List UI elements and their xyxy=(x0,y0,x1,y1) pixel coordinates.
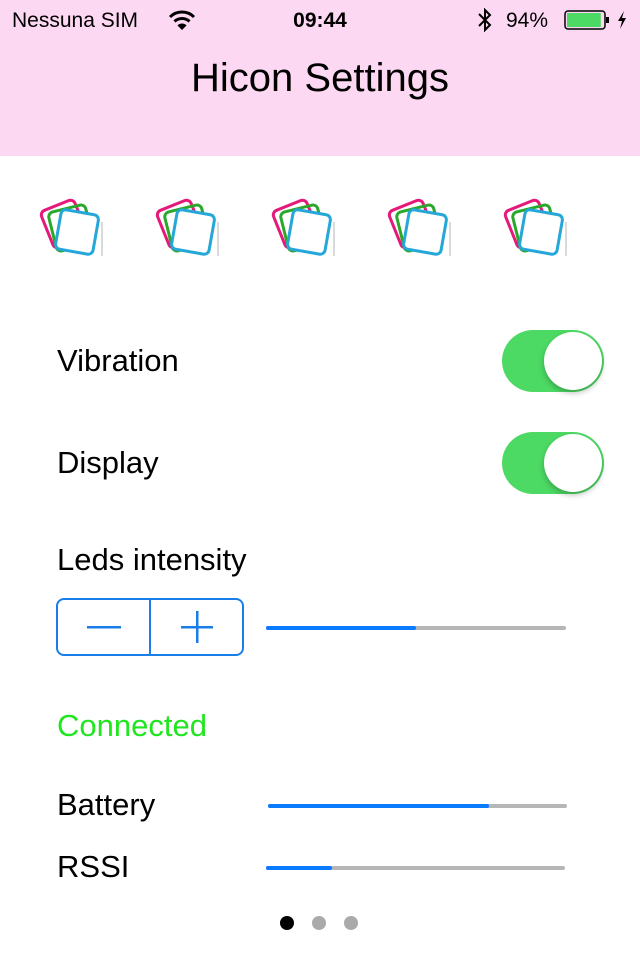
page-dot[interactable] xyxy=(344,916,358,930)
bolt-icon xyxy=(618,11,626,29)
increment-button[interactable] xyxy=(149,600,242,654)
leds-intensity-slider[interactable] xyxy=(266,626,566,630)
leds-stepper[interactable] xyxy=(56,598,244,656)
page-dot[interactable] xyxy=(280,916,294,930)
minus-icon xyxy=(86,626,121,629)
battery-level-bar xyxy=(268,804,567,808)
vibration-toggle[interactable] xyxy=(502,330,604,392)
page-title: Hicon Settings xyxy=(191,56,449,100)
vibration-label: Vibration xyxy=(57,343,179,378)
leds-intensity-label: Leds intensity xyxy=(57,542,247,577)
rssi-label: RSSI xyxy=(57,849,130,884)
hicon-logo-icon[interactable] xyxy=(268,194,338,262)
battery-percent: 94% xyxy=(506,9,549,32)
plus-icon xyxy=(180,611,213,643)
bar-fill xyxy=(266,866,332,870)
display-toggle[interactable] xyxy=(502,432,604,494)
page-control[interactable] xyxy=(280,916,360,930)
toggle-knob xyxy=(544,434,602,492)
rssi-level-bar xyxy=(266,866,565,870)
connection-status: Connected xyxy=(57,708,207,743)
battery-icon xyxy=(564,10,609,30)
bar-fill xyxy=(268,804,490,808)
icons-row xyxy=(0,194,640,264)
decrement-button[interactable] xyxy=(58,600,149,654)
slider-fill xyxy=(266,626,416,630)
toggle-knob xyxy=(544,332,602,390)
battery-label: Battery xyxy=(57,787,156,822)
hicon-logo-icon[interactable] xyxy=(152,194,222,262)
page-dot[interactable] xyxy=(312,916,326,930)
bluetooth-icon xyxy=(478,8,492,32)
status-bar: Nessuna SIM 09:44 94% xyxy=(0,0,640,40)
header: Nessuna SIM 09:44 94% Hicon Settings xyxy=(0,0,640,156)
hicon-logo-icon[interactable] xyxy=(500,194,570,262)
display-label: Display xyxy=(57,445,159,480)
hicon-logo-icon[interactable] xyxy=(384,194,454,262)
hicon-logo-icon[interactable] xyxy=(36,194,106,262)
